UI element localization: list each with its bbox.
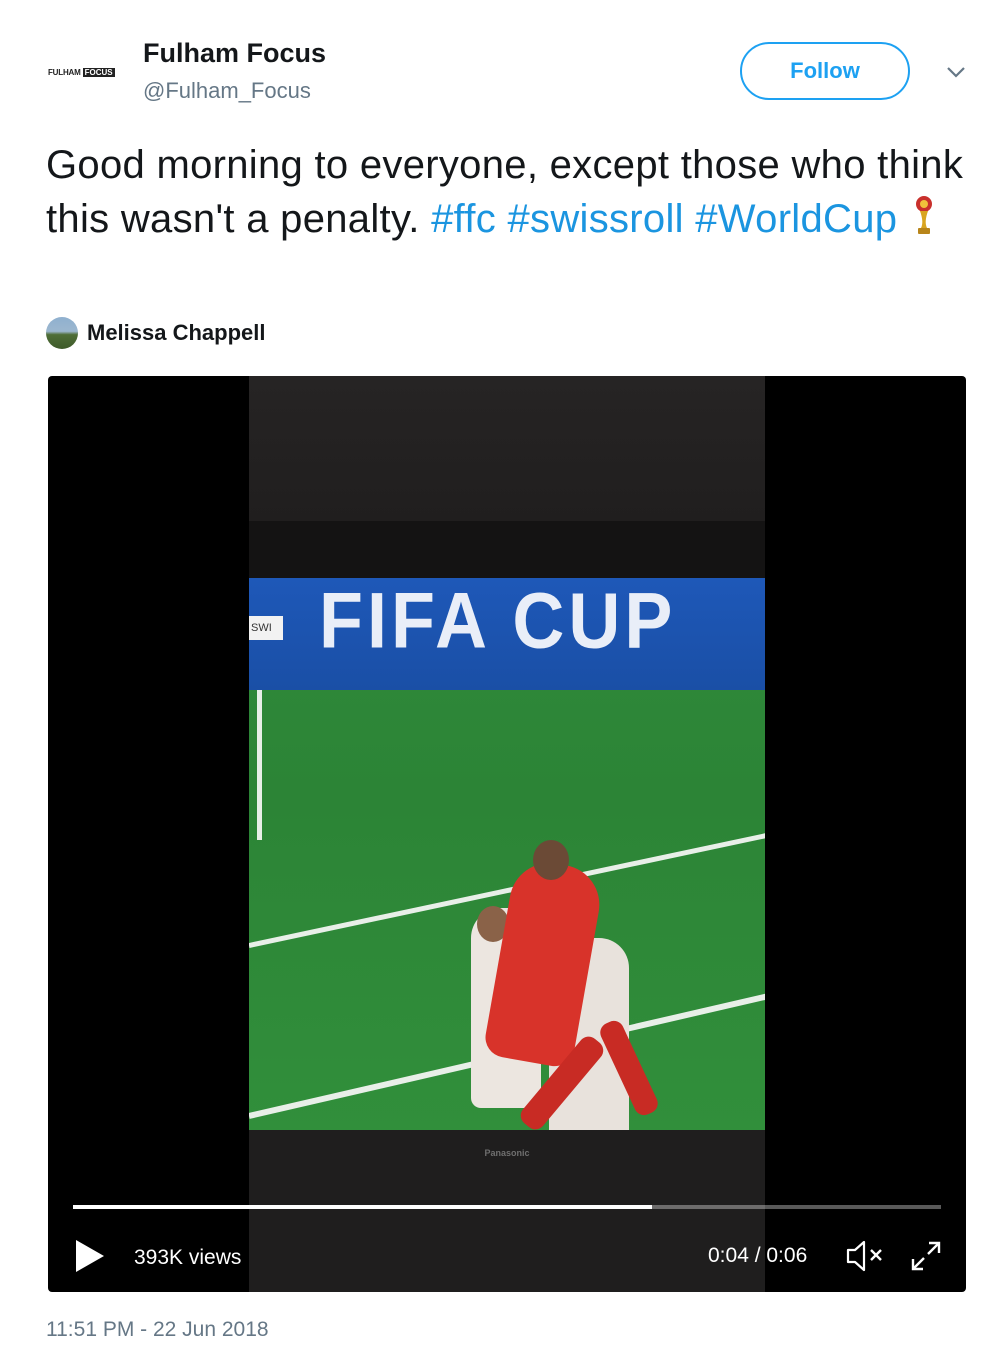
tv-bezel [249,521,765,581]
tagged-user-name: Melissa Chappell [87,320,266,345]
hashtag-ffc[interactable]: #ffc [431,197,496,241]
tagged-user-avatar [46,317,78,349]
account-avatar[interactable]: FULHAM FOCUS [48,64,122,80]
video-time: 0:04 / 0:06 [708,1244,808,1267]
trophy-icon [916,196,933,234]
pitch-line [257,690,262,840]
tv-brand: Panasonic [484,1148,530,1158]
video-frame: FIFA CUP SWI Panasonic [249,376,765,1292]
progress-bar[interactable] [73,1205,941,1209]
football-pitch: FIFA CUP SWI [249,577,765,1158]
player-head [533,840,569,880]
hashtag-swissroll[interactable]: #swissroll [507,197,683,241]
account-handle[interactable]: @Fulham_Focus [143,78,311,104]
mute-icon[interactable] [844,1238,888,1274]
tweet-timestamp[interactable]: 11:51 PM - 22 Jun 2018 [46,1318,269,1342]
ad-banner: FIFA CUP SWI [249,577,765,690]
video-player[interactable]: FIFA CUP SWI Panasonic 393K views 0:04 /… [48,376,966,1292]
progress-fill [73,1205,652,1209]
tweet-header: FULHAM FOCUS Fulham Focus @Fulham_Focus … [0,0,1000,120]
tagged-user[interactable]: Melissa Chappell [46,316,266,350]
tweet-text: Good morning to everyone, except those w… [46,138,976,246]
logo-text-1: FULHAM [48,67,81,77]
follow-button[interactable]: Follow [740,42,910,100]
play-icon[interactable] [74,1238,106,1274]
fullscreen-icon[interactable] [908,1238,944,1274]
chevron-down-icon[interactable] [944,62,968,82]
display-name[interactable]: Fulham Focus [143,38,326,69]
logo-text-2: FOCUS [82,67,115,77]
view-count: 393K views [134,1246,242,1269]
hashtag-worldcup[interactable]: #WorldCup [695,197,897,241]
banner-text: FIFA CUP [319,577,677,665]
score-tag: SWI [249,616,283,640]
